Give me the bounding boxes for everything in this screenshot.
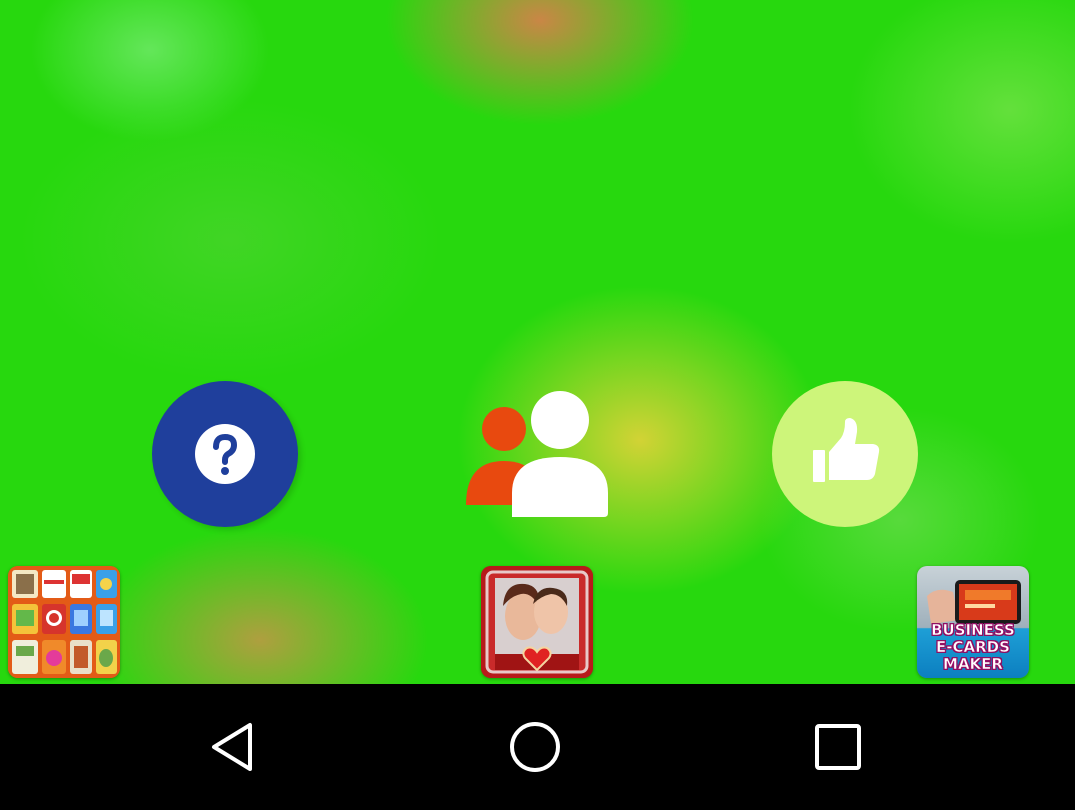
back-triangle-icon: [208, 721, 258, 773]
like-button[interactable]: [772, 381, 918, 527]
business-label-line-2: E-CARDS: [936, 638, 1011, 656]
question-mark-icon: [194, 423, 256, 485]
card-templates-grid-icon: [8, 566, 120, 678]
navigation-bar: [0, 684, 1075, 810]
cards-grid-app-tile[interactable]: [8, 566, 120, 678]
users-icon: [460, 385, 612, 525]
home-button[interactable]: [495, 704, 575, 790]
love-photo-frames-app-tile[interactable]: [481, 566, 593, 678]
app-background: BUSINESS E-CARDS MAKER: [0, 0, 1075, 684]
business-label-line-1: BUSINESS: [931, 621, 1015, 639]
business-e-cards-maker-app-tile[interactable]: BUSINESS E-CARDS MAKER: [917, 566, 1029, 678]
recents-button[interactable]: [798, 704, 878, 790]
couple-love-frame-icon: [481, 566, 593, 678]
thumbs-up-icon: [805, 414, 885, 494]
back-button[interactable]: [193, 704, 273, 790]
help-button[interactable]: [152, 381, 298, 527]
business-label-line-3: MAKER: [943, 655, 1004, 673]
business-e-cards-maker-label: BUSINESS E-CARDS MAKER: [917, 621, 1029, 673]
users-button[interactable]: [460, 385, 612, 525]
home-circle-icon: [508, 720, 562, 774]
recents-square-icon: [814, 723, 862, 771]
phone-screen: BUSINESS E-CARDS MAKER: [0, 0, 1075, 810]
